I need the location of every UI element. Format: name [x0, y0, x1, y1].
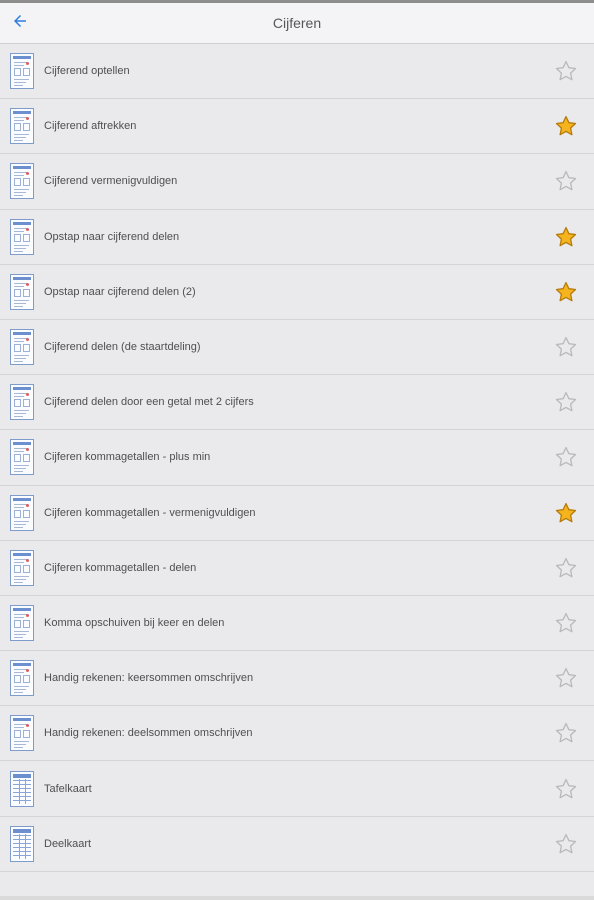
list-item-label: Cijferend vermenigvuldigen: [44, 175, 178, 188]
star-outline-icon[interactable]: [554, 445, 578, 469]
star-filled-icon[interactable]: [554, 114, 578, 138]
star-filled-icon[interactable]: [554, 280, 578, 304]
list-item[interactable]: Cijferend optellen: [0, 44, 594, 100]
worksheet-thumbnail-icon: [10, 494, 34, 531]
star-outline-icon[interactable]: [554, 666, 578, 690]
worksheet-thumbnail-icon: [10, 108, 34, 145]
list-item-label: Cijferen kommagetallen - vermenigvuldige…: [44, 506, 256, 519]
table-chart-thumbnail-icon: [10, 825, 34, 862]
star-outline-icon[interactable]: [554, 169, 578, 193]
list-item-label: Cijferen kommagetallen - plus min: [44, 451, 211, 464]
list-item[interactable]: Cijferend aftrekken: [0, 99, 594, 155]
worksheet-thumbnail-icon: [10, 660, 34, 697]
star-outline-icon[interactable]: [554, 59, 578, 83]
star-outline-icon[interactable]: [554, 832, 578, 856]
app-screen: Cijferen Cijferend optellen Cijferend af…: [0, 0, 594, 896]
table-chart-thumbnail-icon: [10, 770, 34, 807]
list-item-label: Cijferen kommagetallen - delen: [44, 561, 197, 574]
list-item[interactable]: Cijferen kommagetallen - vermenigvuldige…: [0, 485, 594, 541]
list-item[interactable]: Handig rekenen: deelsommen omschrijven: [0, 706, 594, 762]
list-item-label: Tafelkaart: [44, 782, 92, 795]
list-item-label: Handig rekenen: deelsommen omschrijven: [44, 727, 253, 740]
list-item[interactable]: Opstap naar cijferend delen (2): [0, 264, 594, 320]
worksheet-thumbnail-icon: [10, 604, 34, 641]
list-item[interactable]: Cijferend vermenigvuldigen: [0, 154, 594, 210]
app-bar: Cijferen: [0, 3, 594, 44]
list-item-label: Cijferend delen (de staartdeling): [44, 341, 201, 354]
list-item-label: Cijferend optellen: [44, 65, 130, 78]
list-item[interactable]: Opstap naar cijferend delen: [0, 209, 594, 265]
worksheet-thumbnail-icon: [10, 163, 34, 200]
worksheet-thumbnail-icon: [10, 715, 34, 752]
star-filled-icon[interactable]: [554, 225, 578, 249]
list-item-label: Cijferend aftrekken: [44, 120, 137, 133]
list-item[interactable]: Cijferen kommagetallen - delen: [0, 540, 594, 596]
list-item[interactable]: Tafelkaart: [0, 761, 594, 817]
worksheet-thumbnail-icon: [10, 439, 34, 476]
list-item[interactable]: Handig rekenen: keersommen omschrijven: [0, 651, 594, 707]
list-item-label: Deelkaart: [44, 837, 92, 850]
worksheet-thumbnail-icon: [10, 384, 34, 421]
star-outline-icon[interactable]: [554, 390, 578, 414]
worksheet-thumbnail-icon: [10, 549, 34, 586]
worksheet-thumbnail-icon: [10, 273, 34, 310]
list-item[interactable]: Komma opschuiven bij keer en delen: [0, 595, 594, 652]
worksheet-thumbnail-icon: [10, 329, 34, 366]
star-outline-icon[interactable]: [554, 335, 578, 359]
list-item[interactable]: Cijferen kommagetallen - plus min: [0, 430, 594, 486]
star-outline-icon[interactable]: [554, 777, 578, 801]
list-item[interactable]: Cijferend delen (de staartdeling): [0, 319, 594, 376]
arrow-left-icon: [11, 12, 29, 35]
list-item-label: Komma opschuiven bij keer en delen: [44, 616, 225, 629]
worksheet-thumbnail-icon: [10, 53, 34, 90]
list-item-label: Opstap naar cijferend delen (2): [44, 285, 196, 298]
list-item[interactable]: Cijferend delen door een getal met 2 cij…: [0, 375, 594, 431]
back-button[interactable]: [5, 8, 35, 38]
star-filled-icon[interactable]: [554, 501, 578, 525]
star-outline-icon[interactable]: [554, 721, 578, 745]
worksheet-thumbnail-icon: [10, 218, 34, 255]
list-item-label: Handig rekenen: keersommen omschrijven: [44, 672, 254, 685]
list-item-label: Cijferend delen door een getal met 2 cij…: [44, 396, 254, 409]
worksheet-list: Cijferend optellen Cijferend aftrekken C…: [0, 44, 594, 872]
page-title: Cijferen: [272, 15, 322, 31]
star-outline-icon[interactable]: [554, 611, 578, 635]
list-item[interactable]: Deelkaart: [0, 816, 594, 872]
list-item-label: Opstap naar cijferend delen: [44, 230, 180, 243]
star-outline-icon[interactable]: [554, 556, 578, 580]
